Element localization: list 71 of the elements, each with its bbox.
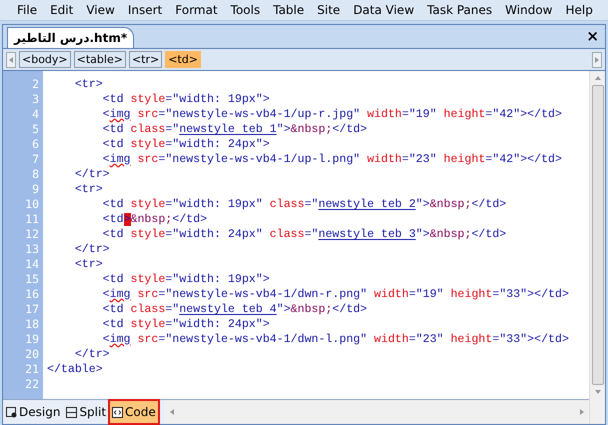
line-number: 3 bbox=[32, 92, 39, 107]
scroll-right-icon[interactable] bbox=[578, 408, 586, 416]
scroll-right-button[interactable] bbox=[592, 52, 602, 68]
line-number: 17 bbox=[25, 302, 39, 317]
line-number: 13 bbox=[25, 242, 39, 257]
line-number: 9 bbox=[32, 182, 39, 197]
tag-selector-button[interactable]: <table> bbox=[74, 51, 126, 68]
code-line: <img src="newstyle-ws-vb4-1/up-r.jpg" width="19" height="42"></td> bbox=[102, 107, 562, 122]
code-line: <td style="width: 19px"> bbox=[102, 272, 270, 287]
scroll-up-icon[interactable] bbox=[594, 74, 602, 82]
code-line: <tr> bbox=[74, 77, 103, 92]
code-line: <img src="newstyle-ws-vb4-1/up-l.png" width="23" height="42"></td> bbox=[102, 152, 562, 167]
line-number: 19 bbox=[25, 332, 39, 347]
view-tab[interactable]: Code bbox=[109, 400, 159, 424]
line-number: 20 bbox=[25, 347, 39, 362]
code-view-icon bbox=[112, 406, 124, 418]
document-tab[interactable]: درس التاطير.htm* bbox=[7, 27, 134, 48]
menu-item[interactable]: Window bbox=[505, 1, 552, 19]
menu-item[interactable]: Data View bbox=[353, 1, 414, 19]
line-number: 12 bbox=[25, 227, 39, 242]
menu-item[interactable]: Table bbox=[273, 1, 304, 19]
line-number: 15 bbox=[25, 272, 39, 287]
menu-item[interactable]: Site bbox=[317, 1, 340, 19]
menu-item[interactable]: View bbox=[86, 1, 115, 19]
code-line: </tr> bbox=[74, 347, 110, 362]
menu-item[interactable]: Insert bbox=[128, 1, 162, 19]
line-number: 5 bbox=[32, 122, 39, 137]
menu-item[interactable]: Help bbox=[565, 1, 593, 19]
line-number: 16 bbox=[25, 287, 39, 302]
line-number: 10 bbox=[25, 197, 39, 212]
scroll-left-icon[interactable] bbox=[168, 408, 176, 416]
line-number: 21 bbox=[25, 362, 39, 377]
line-number: 22 bbox=[25, 377, 39, 392]
tag-selector-button[interactable]: <td> bbox=[165, 51, 201, 68]
code-line: </tr> bbox=[74, 167, 110, 182]
line-number: 6 bbox=[32, 137, 39, 152]
tag-selector-button[interactable]: <tr> bbox=[128, 51, 162, 68]
code-line: </table> bbox=[47, 362, 103, 377]
menu-item[interactable]: File bbox=[17, 1, 38, 19]
line-number: 11 bbox=[25, 212, 39, 227]
menu-item[interactable]: Task Panes bbox=[427, 1, 492, 19]
code-line: <td style="width: 19px"> bbox=[102, 92, 270, 107]
scrollbar-thumb[interactable] bbox=[592, 85, 604, 385]
line-number: 18 bbox=[25, 317, 39, 332]
code-line: <td class="newstyle teb 4">&nbsp;</td> bbox=[102, 302, 368, 317]
code-line: <td style="width: 19px" class="newstyle teb 2">&nbsp;</td> bbox=[102, 197, 506, 212]
menu-item[interactable]: Format bbox=[175, 1, 218, 19]
line-number: 4 bbox=[32, 107, 39, 122]
right-arrow-icon[interactable] bbox=[593, 56, 601, 64]
menu-item[interactable]: Tools bbox=[230, 1, 260, 19]
code-line: <td style="width: 24px"> bbox=[102, 137, 270, 152]
code-line: <td style="width: 24px"> bbox=[102, 317, 270, 332]
scroll-down-icon[interactable] bbox=[594, 388, 602, 396]
line-number: 7 bbox=[32, 152, 39, 167]
code-line: <img src="newstyle-ws-vb4-1/dwn-r.png" width="19" height="33"></td> bbox=[102, 287, 569, 302]
code-line: <tr> bbox=[74, 182, 103, 197]
scroll-left-button[interactable] bbox=[6, 52, 16, 68]
design-view-icon bbox=[6, 406, 17, 418]
code-line: <tr> bbox=[74, 257, 103, 272]
code-line: <td style="width: 24px" class="newstyle teb 3">&nbsp;</td> bbox=[102, 227, 506, 242]
code-line: <td class="newstyle teb 1">&nbsp;</td> bbox=[102, 122, 368, 137]
tag-selector-button[interactable]: <body> bbox=[19, 51, 71, 68]
menu-item[interactable]: Edit bbox=[50, 1, 74, 19]
split-view-icon bbox=[66, 406, 78, 418]
code-line: <img src="newstyle-ws-vb4-1/dwn-l.png" width="23" height="33"></td> bbox=[102, 332, 569, 347]
close-button[interactable]: × bbox=[586, 29, 599, 44]
left-arrow-icon[interactable] bbox=[7, 56, 15, 64]
line-number: 14 bbox=[25, 257, 39, 272]
line-number: 2 bbox=[32, 77, 39, 92]
code-line: </tr> bbox=[74, 242, 110, 257]
line-number: 8 bbox=[32, 167, 39, 182]
